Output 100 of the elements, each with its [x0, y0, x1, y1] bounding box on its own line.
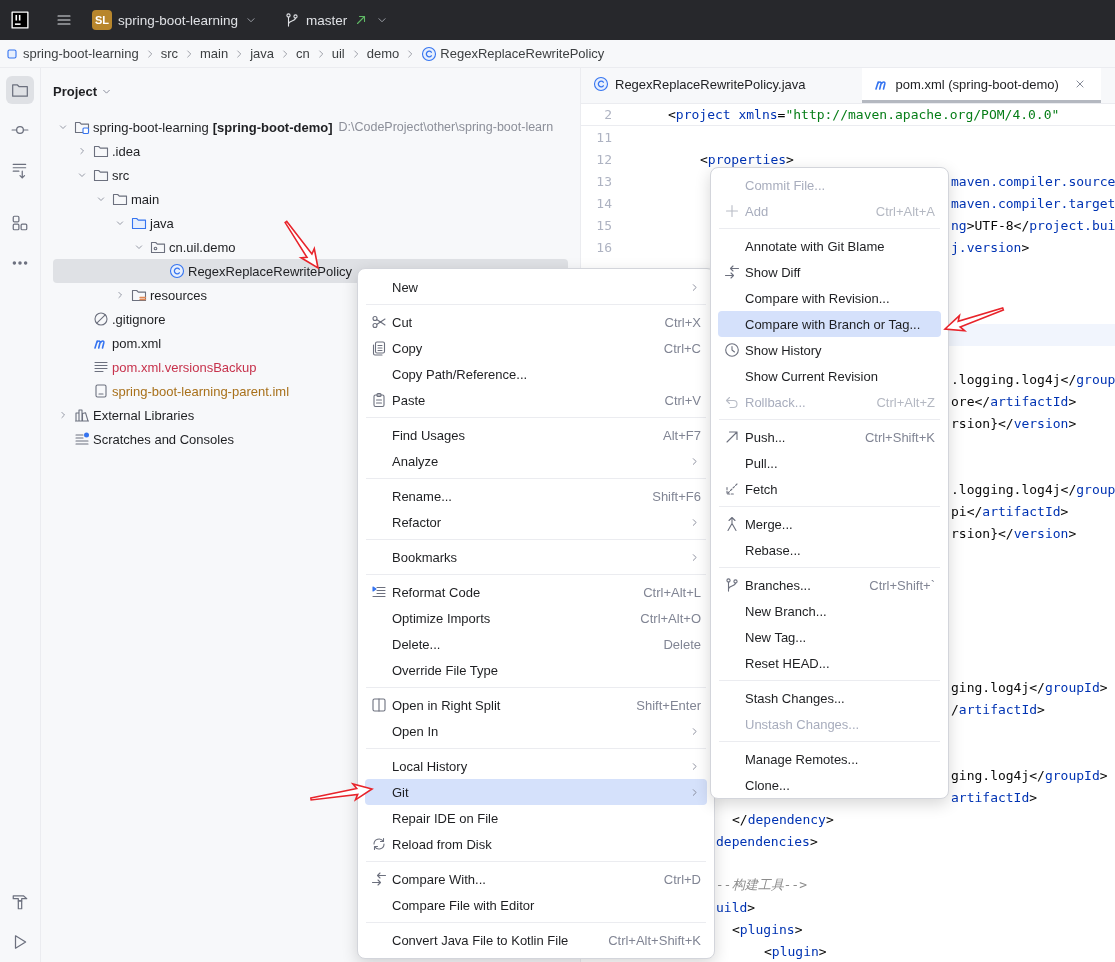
tree-item[interactable]: .idea: [53, 139, 568, 163]
code-line: uild>: [716, 899, 756, 915]
menu-item[interactable]: Override File Type: [365, 657, 707, 683]
shortcut-text: Delete: [663, 636, 701, 652]
breadcrumb-item[interactable]: RegexReplaceRewritePolicy: [421, 45, 605, 62]
breadcrumb-item[interactable]: uil: [331, 46, 345, 61]
project-view-selector[interactable]: Project: [53, 84, 114, 99]
reformat-icon: [371, 584, 387, 600]
folder-icon[interactable]: [6, 76, 34, 104]
menu-item[interactable]: Show Current Revision: [718, 363, 941, 389]
menu-item[interactable]: Compare With... Ctrl+D: [365, 866, 707, 892]
workspace-switcher[interactable]: SL spring-boot-learning: [86, 6, 265, 34]
menu-item[interactable]: Fetch: [718, 476, 941, 502]
scissors-icon: [371, 314, 387, 330]
plus-icon: [724, 203, 740, 219]
shortcut-text: Ctrl+Alt+Shift+K: [608, 932, 701, 948]
code-line: <plugins>: [732, 921, 803, 937]
menu-item[interactable]: Compare with Branch or Tag...: [718, 311, 941, 337]
breadcrumb-item[interactable]: cn: [296, 46, 310, 61]
menu-item[interactable]: Show Diff: [718, 259, 941, 285]
code-line: .logging.log4j</group: [951, 481, 1115, 497]
code-line: ging.log4j</groupId>: [951, 679, 1108, 695]
line-number: 2: [603, 107, 612, 122]
editor-tab[interactable]: pom.xml (spring-boot-demo): [861, 68, 1101, 103]
breadcrumb-item[interactable]: demo: [366, 46, 400, 61]
tree-item[interactable]: java: [53, 211, 568, 235]
menu-item[interactable]: New Branch...: [718, 598, 941, 624]
folder-icon: [131, 215, 147, 231]
menu-item[interactable]: Copy Ctrl+C: [365, 335, 707, 361]
line-number: 15: [595, 217, 612, 233]
menu-item[interactable]: Git: [365, 779, 707, 805]
menu-item[interactable]: Push... Ctrl+Shift+K: [718, 424, 941, 450]
shortcut-text: Ctrl+Alt+A: [875, 203, 935, 219]
code-line: --构建工具-->: [716, 876, 808, 894]
menu-item[interactable]: Manage Remotes...: [718, 746, 941, 772]
menu-item[interactable]: Local History: [365, 753, 707, 779]
menu-item[interactable]: Repair IDE on File: [365, 805, 707, 831]
code-line: ging.log4j</groupId>: [951, 767, 1108, 783]
shortcut-text: Ctrl+Alt+Z: [876, 394, 935, 410]
menu-item[interactable]: Rename... Shift+F6: [365, 483, 707, 509]
dashed-arrow-icon: [724, 481, 740, 497]
resources-folder-icon: [131, 287, 147, 303]
breadcrumb-item[interactable]: java: [250, 46, 274, 61]
undo-icon: [724, 394, 740, 410]
menu-item[interactable]: Delete... Delete: [365, 631, 707, 657]
tree-item[interactable]: cn.uil.demo: [53, 235, 568, 259]
menu-item[interactable]: Clone...: [718, 772, 941, 798]
menu-item[interactable]: Copy Path/Reference...: [365, 361, 707, 387]
menu-item[interactable]: Open In: [365, 718, 707, 744]
breadcrumb-item[interactable]: src: [160, 46, 178, 61]
menu-item[interactable]: Paste Ctrl+V: [365, 387, 707, 413]
shortcut-text: Alt+F7: [663, 427, 701, 443]
scratches-icon: [74, 431, 90, 447]
code-line: <plugin>: [764, 943, 827, 959]
menu-item[interactable]: Convert Java File to Kotlin File Ctrl+Alt+Shift+K: [365, 927, 707, 953]
menu-item[interactable]: Pull...: [718, 450, 941, 476]
code-line: rsion}</version>: [951, 525, 1077, 541]
menu-item[interactable]: Reload from Disk: [365, 831, 707, 857]
folder-icon: [93, 143, 109, 159]
menu-item[interactable]: Bookmarks: [365, 544, 707, 570]
menu-item[interactable]: New Tag...: [718, 624, 941, 650]
line-number: 13: [595, 173, 612, 189]
branch-switcher[interactable]: master: [278, 6, 396, 34]
menu-item[interactable]: Branches... Ctrl+Shift+`: [718, 572, 941, 598]
breadcrumb-item[interactable]: spring-boot-learning: [4, 45, 139, 62]
menu-item[interactable]: Optimize Imports Ctrl+Alt+O: [365, 605, 707, 631]
shortcut-text: Ctrl+V: [664, 392, 701, 408]
branch-icon: [724, 577, 740, 593]
menu-item[interactable]: Cut Ctrl+X: [365, 309, 707, 335]
menu-item[interactable]: Reformat Code Ctrl+Alt+L: [365, 579, 707, 605]
menu-item[interactable]: Analyze: [365, 448, 707, 474]
line-number: 12: [595, 151, 612, 167]
tree-item[interactable]: main: [53, 187, 568, 211]
menu-item[interactable]: Find Usages Alt+F7: [365, 422, 707, 448]
code-line: dependencies>: [716, 833, 818, 849]
breadcrumb-item[interactable]: main: [199, 46, 229, 61]
menu-item[interactable]: Open in Right Split Shift+Enter: [365, 692, 707, 718]
code-line: ore</artifactId>: [951, 393, 1077, 409]
merge-icon: [724, 516, 740, 532]
tree-item[interactable]: spring-boot-learning [spring-boot-demo] D:\CodeProject\other\spring-boot-learn: [53, 115, 568, 139]
shortcut-text: Ctrl+D: [663, 871, 701, 887]
shortcut-text: Ctrl+C: [663, 340, 701, 356]
menu-item[interactable]: Show History: [718, 337, 941, 363]
menu-item[interactable]: Refactor: [365, 509, 707, 535]
menu-item[interactable]: Compare File with Editor: [365, 892, 707, 918]
code-line: j.version>: [951, 239, 1030, 255]
branch-icon: [284, 12, 301, 28]
menu-item[interactable]: Stash Changes...: [718, 685, 941, 711]
shortcut-text: Ctrl+Alt+O: [640, 610, 701, 626]
menu-item[interactable]: Rebase...: [718, 537, 941, 563]
code-line: artifactId>: [951, 789, 1038, 805]
menu-item[interactable]: Annotate with Git Blame: [718, 233, 941, 259]
menu-item[interactable]: Compare with Revision...: [718, 285, 941, 311]
folder-icon: [112, 191, 128, 207]
menu-item[interactable]: Reset HEAD...: [718, 650, 941, 676]
tree-item[interactable]: src: [53, 163, 568, 187]
editor-tab[interactable]: RegexReplaceRewritePolicy.java: [581, 68, 862, 103]
code-line: </dependency>: [732, 811, 834, 827]
shortcut-text: Ctrl+Alt+L: [643, 584, 701, 600]
menu-item[interactable]: Merge...: [718, 511, 941, 537]
